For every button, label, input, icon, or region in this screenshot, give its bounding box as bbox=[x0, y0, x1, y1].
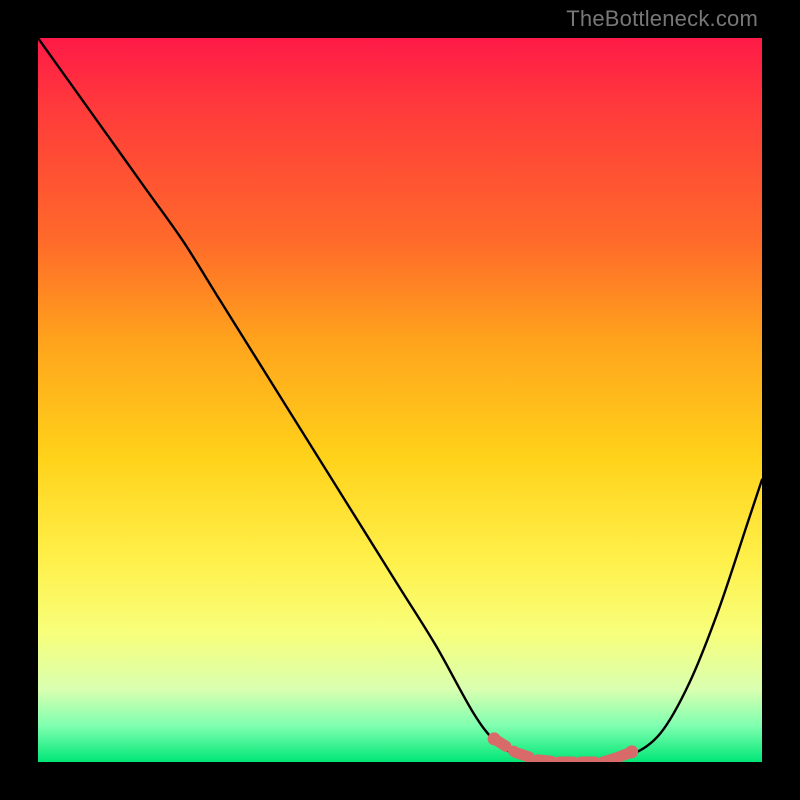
chart-svg bbox=[38, 38, 762, 762]
curve-group bbox=[38, 38, 762, 762]
marker-group bbox=[488, 732, 639, 762]
bottleneck-curve bbox=[38, 38, 762, 762]
plot-area bbox=[38, 38, 762, 762]
watermark-text: TheBottleneck.com bbox=[566, 6, 758, 32]
chart-frame: TheBottleneck.com bbox=[0, 0, 800, 800]
marker-dot bbox=[625, 745, 638, 758]
